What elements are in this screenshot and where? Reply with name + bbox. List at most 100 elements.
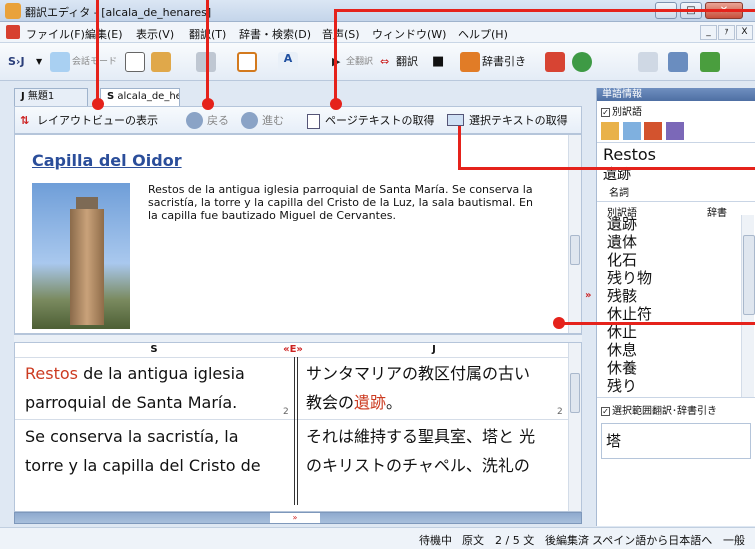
checkbox-icon[interactable]: ✓ — [601, 107, 610, 117]
mdi-minimize-button[interactable]: _ — [700, 25, 717, 40]
edit-word-icon[interactable] — [665, 122, 684, 140]
tab-alcala[interactable]: S alcala_de_henares — [100, 88, 180, 107]
list-item[interactable]: 休止 — [597, 323, 755, 341]
forward-button[interactable]: 進む — [262, 113, 284, 129]
document-icon[interactable] — [6, 25, 20, 39]
conversation-mode-button[interactable]: 会話モード — [72, 52, 117, 72]
get-selected-text-button[interactable]: 選択テキストの取得 — [469, 113, 568, 129]
viewer-scrollbar[interactable] — [568, 135, 581, 333]
keyboard-icon[interactable] — [668, 52, 688, 72]
selection-lookup-label: 選択範囲翻訳･辞書引き — [612, 406, 717, 417]
list-item[interactable]: 残骸 — [597, 287, 755, 305]
browser-nav-bar: ⇅ レイアウトビューの表示 戻る 進む ページテキストの取得 選択テキストの取得 — [14, 106, 582, 134]
tab-label: alcala_de_henares — [117, 91, 180, 102]
translate-arrow-icon[interactable]: ⇔ — [380, 52, 389, 72]
translate-all-button[interactable]: 全翻訳 — [346, 52, 373, 72]
expand-button[interactable]: » — [270, 513, 320, 523]
alt-scroll-thumb[interactable] — [743, 235, 755, 315]
page-text-icon[interactable] — [307, 114, 320, 129]
checkbox-icon[interactable]: ✓ — [601, 406, 610, 416]
callout-line — [334, 9, 337, 102]
list-item[interactable]: 残り物 — [597, 269, 755, 287]
target-text: 教会の — [306, 393, 355, 412]
target-column-header: J — [432, 344, 436, 355]
excel-icon[interactable] — [545, 52, 565, 72]
page-title[interactable]: Capilla del Oidor — [32, 151, 182, 170]
source-sentence-2[interactable]: Se conserva la sacristía, la torre y la … — [25, 422, 290, 480]
menu-view[interactable]: 表示(V) — [136, 26, 174, 42]
callout-line — [560, 322, 755, 325]
tower-body — [70, 209, 104, 325]
list-item[interactable]: 化石 — [597, 251, 755, 269]
direction-select[interactable]: S›J — [8, 52, 25, 72]
translation-scroll-thumb[interactable] — [570, 373, 580, 413]
mdi-maximize-button[interactable]: ｧ — [718, 25, 735, 40]
list-item[interactable]: 残り — [597, 377, 755, 395]
list-item[interactable]: 遺体 — [597, 233, 755, 251]
list-item[interactable]: 休止符 — [597, 305, 755, 323]
menu-dictionary[interactable]: 辞書・検索(D) — [239, 26, 311, 42]
back-button[interactable]: 戻る — [207, 113, 229, 129]
menu-voice[interactable]: 音声(S) — [322, 26, 360, 42]
speaker-icon[interactable] — [638, 52, 658, 72]
status-state: 待機中 — [419, 534, 452, 547]
dropdown-icon[interactable]: ▼ — [36, 52, 42, 72]
alt-translation-toggle[interactable]: ✓ 別訳語 — [597, 101, 755, 120]
menu-file[interactable]: ファイル(F) — [26, 26, 85, 42]
menu-edit[interactable]: 編集(E) — [85, 26, 123, 42]
dictionary-icon[interactable] — [460, 52, 480, 72]
app-icon — [5, 3, 21, 19]
status-original: 原文 — [462, 534, 484, 547]
callout-dot — [202, 98, 214, 110]
bottom-expander-bar[interactable]: » — [14, 512, 582, 524]
status-sentences: 2 / 5 文 — [495, 534, 535, 547]
dictionary-icon[interactable] — [644, 122, 662, 140]
web-icon[interactable] — [572, 52, 592, 72]
selection-result-box[interactable]: 塔 — [601, 423, 751, 459]
alt-list-header: 別訳語 辞書 — [597, 201, 755, 219]
conversation-icon[interactable] — [50, 52, 70, 72]
font-icon[interactable]: A — [278, 52, 298, 72]
lookup-icon[interactable] — [622, 122, 641, 140]
menu-help[interactable]: ヘルプ(H) — [458, 26, 508, 42]
layout-view-button[interactable]: レイアウトビューの表示 — [37, 113, 158, 129]
forward-arrow-icon[interactable] — [241, 112, 258, 129]
dictionary-lookup-button[interactable]: 辞書引き — [482, 52, 526, 72]
stop-icon[interactable]: ■ — [432, 52, 444, 72]
column-divider[interactable] — [294, 357, 298, 505]
tab-untitled[interactable]: J 無題1 — [14, 88, 88, 106]
translation-scrollbar[interactable] — [568, 343, 581, 511]
highlighted-translation[interactable]: 遺跡 — [354, 393, 386, 412]
new-document-icon[interactable] — [125, 52, 145, 72]
selection-lookup-toggle[interactable]: ✓ 選択範囲翻訳･辞書引き — [597, 397, 755, 421]
back-arrow-icon[interactable] — [186, 112, 203, 129]
get-page-text-button[interactable]: ページテキストの取得 — [325, 113, 434, 129]
pane-splitter[interactable] — [14, 334, 582, 342]
viewer-scroll-thumb[interactable] — [570, 235, 580, 265]
list-item[interactable]: 遺跡 — [597, 215, 755, 233]
source-text: de la antigua iglesia — [83, 364, 245, 383]
list-item[interactable]: 休息 — [597, 341, 755, 359]
header-divider — [15, 357, 568, 358]
menu-bar: ファイル(F) 編集(E) 表示(V) 翻訳(T) 辞書・検索(D) 音声(S)… — [0, 22, 755, 43]
open-folder-icon[interactable] — [151, 52, 171, 72]
shield-icon[interactable] — [700, 52, 720, 72]
source-sentence-1[interactable]: Restos de la antigua iglesia parroquial … — [25, 359, 290, 417]
list-item[interactable]: 休養 — [597, 359, 755, 377]
callout-line — [206, 0, 209, 102]
target-sentence-2[interactable]: それは維持する聖具室、塔と 光 のキリストのチャペル、洗礼の — [306, 422, 561, 480]
selected-word[interactable]: Restos — [25, 364, 78, 383]
translate-button[interactable]: 翻訳 — [396, 52, 418, 72]
menu-window[interactable]: ウィンドウ(W) — [372, 26, 446, 42]
selection-text-icon[interactable] — [447, 114, 464, 126]
mdi-close-button[interactable]: X — [736, 25, 753, 40]
word-info-panel: 単語情報 ✓ 別訳語 Restos 遺跡 名詞 別訳語 辞書 遺跡 遺体 化石 残… — [596, 88, 755, 526]
alt-list-scrollbar[interactable] — [741, 215, 755, 397]
sentence-number: 2 — [283, 407, 289, 417]
split-view-icon[interactable] — [237, 52, 257, 72]
layout-toggle-icon[interactable]: ⇅ — [20, 113, 29, 129]
register-word-icon[interactable] — [601, 122, 619, 140]
collapse-panel-button[interactable]: » — [585, 290, 595, 304]
tab-label: 無題1 — [27, 91, 55, 102]
target-sentence-1[interactable]: サンタマリアの教区付属の古い 教会の遺跡。 — [306, 359, 561, 417]
